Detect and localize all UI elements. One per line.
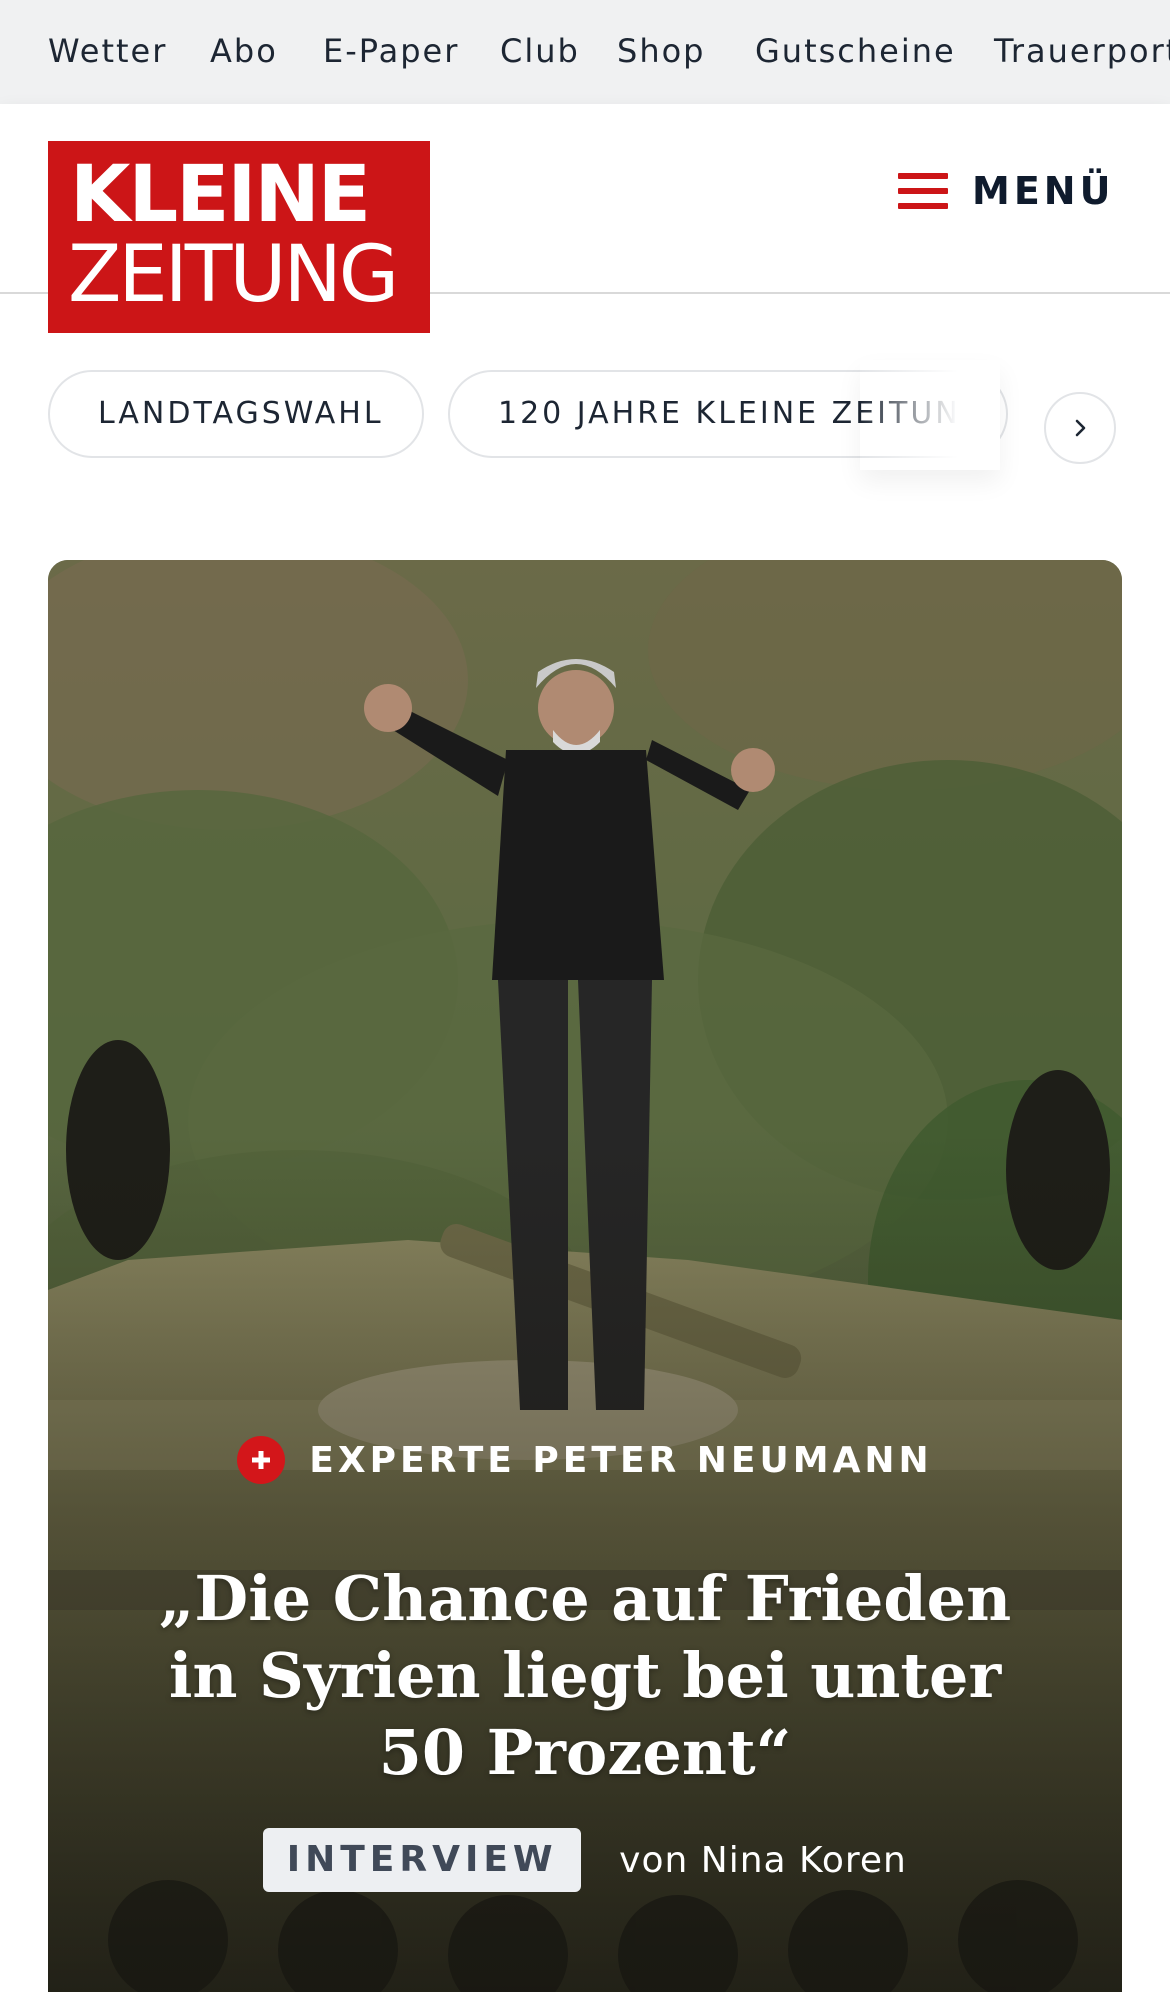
topnav-link-gutscheine[interactable]: Gutscheine bbox=[755, 28, 956, 74]
hero-kicker: EXPERTE PETER NEUMANN bbox=[48, 1436, 1122, 1484]
topnav-link-shop[interactable]: Shop bbox=[617, 28, 705, 74]
scroll-right-button[interactable] bbox=[1044, 392, 1116, 464]
menu-button[interactable]: MENÜ bbox=[898, 166, 1114, 216]
topnav-link-wetter[interactable]: Wetter bbox=[48, 28, 167, 74]
logo-text-line1: KLEINE bbox=[70, 150, 371, 240]
hero-meta: INTERVIEW von Nina Koren bbox=[48, 1828, 1122, 1892]
hamburger-icon bbox=[898, 173, 948, 209]
hero-kicker-text: EXPERTE PETER NEUMANN bbox=[309, 1439, 933, 1481]
topic-pill-landtagswahl[interactable]: LANDTAGSWAHL bbox=[48, 370, 424, 458]
hero-headline[interactable]: „Die Chance auf Frieden in Syrien liegt … bbox=[158, 1560, 1012, 1791]
topnav-link-abo[interactable]: Abo bbox=[210, 28, 278, 74]
hero-article-card[interactable]: EXPERTE PETER NEUMANN „Die Chance auf Fr… bbox=[48, 560, 1122, 1992]
topnav-link-trauerportal[interactable]: Trauerportal bbox=[994, 28, 1170, 74]
pill-fade-overlay bbox=[860, 360, 1000, 470]
plus-icon bbox=[237, 1436, 286, 1484]
site-header: KLEINE ZEITUNG MENÜ bbox=[0, 104, 1170, 333]
logo-text-line2: ZEITUNG bbox=[68, 230, 399, 320]
top-utility-nav: Wetter Abo E-Paper Club Shop Gutscheine … bbox=[0, 0, 1170, 104]
kleine-zeitung-logo[interactable]: KLEINE ZEITUNG bbox=[48, 141, 430, 333]
menu-label: MENÜ bbox=[972, 169, 1115, 213]
article-type-badge: INTERVIEW bbox=[263, 1828, 582, 1892]
chevron-right-icon bbox=[1075, 419, 1086, 437]
topnav-link-club[interactable]: Club bbox=[500, 28, 580, 74]
author-byline: von Nina Koren bbox=[619, 1839, 907, 1881]
topnav-link-epaper[interactable]: E-Paper bbox=[323, 28, 459, 74]
